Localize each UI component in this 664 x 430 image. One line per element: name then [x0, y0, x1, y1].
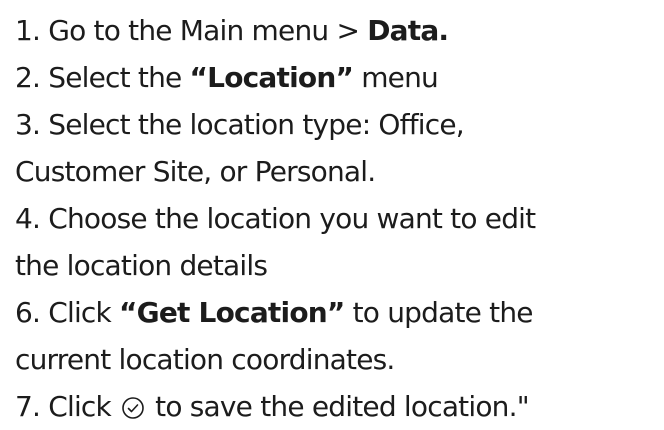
step-4-line-1: 4. Choose the location you want to edit — [15, 202, 536, 235]
step-6-open-quote: “ — [119, 296, 137, 329]
check-circle-icon — [121, 387, 145, 419]
step-7-text: 7. Click — [15, 390, 120, 423]
step-2-suffix: menu — [353, 61, 439, 94]
step-6-bold: Get Location — [136, 296, 328, 329]
step-4-line-2: the location details — [15, 249, 268, 282]
step-6: 6. Click “Get Location” to update the — [15, 289, 664, 336]
step-3-line-2: Customer Site, or Personal. — [15, 155, 376, 188]
step-6-close-quote: ” — [326, 296, 345, 329]
step-1-text: 1. Go to the Main menu > — [15, 14, 368, 47]
step-1-bold: Data. — [367, 14, 449, 47]
step-1: 1. Go to the Main menu > Data. — [15, 7, 664, 54]
step-7: 7. Click to save the edited location." — [15, 383, 664, 430]
step-2-bold: Location — [207, 61, 336, 94]
step-2-close-quote: ” — [335, 61, 354, 94]
step-6-suffix: to update the — [344, 296, 534, 329]
step-7-suffix: to save the edited location." — [147, 390, 529, 423]
step-2-text: 2. Select the — [15, 61, 190, 94]
step-2-open-quote: “ — [189, 61, 208, 94]
step-2: 2. Select the “Location” menu — [15, 54, 664, 101]
instructions: 1. Go to the Main menu > Data. 2. Select… — [0, 0, 664, 430]
step-3-line-1: 3. Select the location type: Office, — [15, 108, 465, 141]
step-6-line-2: current location coordinates. — [15, 343, 395, 376]
step-6-text: 6. Click — [15, 296, 120, 329]
